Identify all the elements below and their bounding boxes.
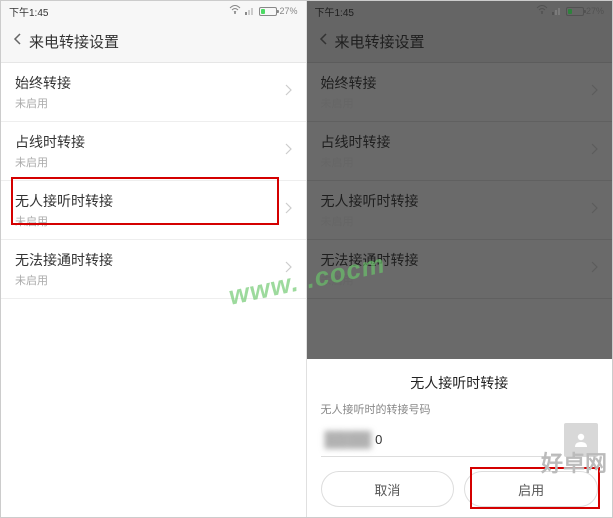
chevron-right-icon bbox=[590, 83, 598, 101]
item-busy-forward: 占线时转接 未启用 bbox=[307, 122, 613, 181]
item-title: 无人接听时转接 bbox=[15, 191, 113, 211]
phone-screen-left: 下午1:45 27% 来电转接设置 bbox=[1, 1, 307, 517]
settings-list: 始终转接 未启用 占线时转接 未启用 无人接听时转接 未启用 bbox=[1, 63, 306, 517]
back-icon[interactable] bbox=[11, 32, 25, 51]
status-time: 下午1:45 bbox=[9, 4, 48, 19]
status-bar: 下午1:45 27% bbox=[307, 1, 613, 21]
item-title: 始终转接 bbox=[321, 73, 377, 93]
page-title: 来电转接设置 bbox=[335, 31, 425, 52]
item-busy-forward[interactable]: 占线时转接 未启用 bbox=[1, 122, 306, 181]
item-title: 无法接通时转接 bbox=[15, 250, 113, 270]
status-bar: 下午1:45 27% bbox=[1, 1, 306, 21]
item-title: 始终转接 bbox=[15, 73, 71, 93]
sheet-title: 无人接听时转接 bbox=[321, 373, 599, 393]
chevron-right-icon bbox=[590, 142, 598, 160]
item-title: 无人接听时转接 bbox=[321, 191, 419, 211]
chevron-right-icon bbox=[284, 142, 292, 160]
sheet-field-label: 无人接听时的转接号码 bbox=[321, 401, 599, 417]
battery-indicator: 27% bbox=[259, 6, 297, 16]
battery-pct: 27% bbox=[586, 6, 604, 16]
cancel-button[interactable]: 取消 bbox=[321, 471, 455, 507]
item-sub: 未启用 bbox=[321, 272, 419, 288]
chevron-right-icon bbox=[284, 201, 292, 219]
chevron-right-icon bbox=[284, 83, 292, 101]
item-always-forward[interactable]: 始终转接 未启用 bbox=[1, 63, 306, 122]
item-sub: 未启用 bbox=[15, 272, 113, 288]
item-title: 占线时转接 bbox=[15, 132, 85, 152]
signal-icon bbox=[552, 5, 562, 18]
confirm-button[interactable]: 启用 bbox=[464, 471, 598, 507]
item-sub: 未启用 bbox=[321, 213, 419, 229]
forward-number-input[interactable] bbox=[371, 423, 401, 457]
status-time: 下午1:45 bbox=[315, 4, 354, 19]
item-no-answer-forward[interactable]: 无人接听时转接 未启用 bbox=[1, 181, 306, 240]
pick-contact-button[interactable] bbox=[564, 423, 598, 457]
item-sub: 未启用 bbox=[15, 95, 71, 111]
wifi-icon bbox=[229, 5, 241, 18]
item-no-answer-forward: 无人接听时转接 未启用 bbox=[307, 181, 613, 240]
item-sub: 未启用 bbox=[321, 154, 391, 170]
back-icon[interactable] bbox=[317, 32, 331, 51]
battery-indicator: 27% bbox=[566, 6, 604, 16]
page-title: 来电转接设置 bbox=[29, 31, 119, 52]
phone-screen-right: 下午1:45 27% 来电转接设置 bbox=[307, 1, 613, 517]
nav-bar: 来电转接设置 bbox=[307, 21, 613, 63]
battery-pct: 27% bbox=[279, 6, 297, 16]
action-sheet: 无人接听时转接 无人接听时的转接号码 ▓▓▓▓ 取消 启用 bbox=[307, 359, 613, 517]
item-sub: 未启用 bbox=[15, 213, 113, 229]
signal-icon bbox=[245, 5, 255, 18]
wifi-icon bbox=[536, 5, 548, 18]
item-unreachable-forward: 无法接通时转接 未启用 bbox=[307, 240, 613, 299]
item-always-forward: 始终转接 未启用 bbox=[307, 63, 613, 122]
chevron-right-icon bbox=[590, 260, 598, 278]
item-title: 无法接通时转接 bbox=[321, 250, 419, 270]
input-masked-prefix: ▓▓▓▓ bbox=[325, 431, 372, 449]
chevron-right-icon bbox=[590, 201, 598, 219]
item-sub: 未启用 bbox=[15, 154, 85, 170]
nav-bar: 来电转接设置 bbox=[1, 21, 306, 63]
item-title: 占线时转接 bbox=[321, 132, 391, 152]
item-sub: 未启用 bbox=[321, 95, 377, 111]
chevron-right-icon bbox=[284, 260, 292, 278]
item-unreachable-forward[interactable]: 无法接通时转接 未启用 bbox=[1, 240, 306, 299]
